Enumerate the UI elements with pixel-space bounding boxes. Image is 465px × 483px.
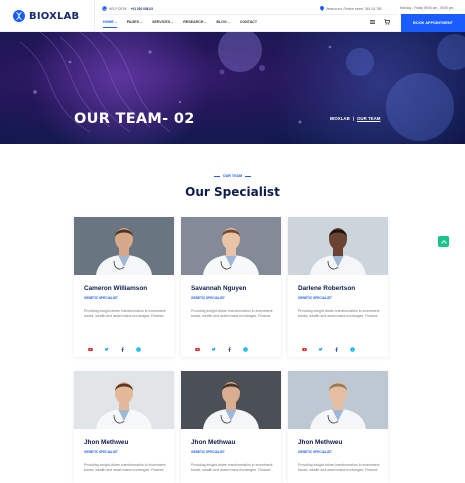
- specialist-description: Providing insight-driven transformation …: [298, 309, 380, 319]
- nav-home[interactable]: Home: [100, 18, 124, 28]
- breadcrumb: BIOXLAB | OUR TEAM: [330, 116, 380, 121]
- nav-research[interactable]: Research: [180, 18, 213, 26]
- specialist-role: GENETIC SPECIALIST: [298, 450, 332, 454]
- hero-background-image: [19, 32, 465, 144]
- section-title: Our Specialist: [185, 185, 280, 199]
- book-appointment-button[interactable]: BOOK APPOINTMENT: [401, 14, 465, 32]
- brand-name: BIOXLAB: [29, 10, 80, 22]
- svg-text:S: S: [138, 348, 140, 352]
- brand-logo[interactable]: BIOXLAB: [12, 9, 79, 23]
- header-divider: [94, 0, 95, 32]
- nav-services[interactable]: Services: [149, 18, 180, 26]
- nav-research-label: Research: [183, 20, 204, 24]
- twitter-icon[interactable]: [104, 339, 109, 351]
- youtube-icon[interactable]: [88, 339, 93, 351]
- specialist-description: Providing insight-driven transformation …: [84, 463, 166, 473]
- facebook-icon[interactable]: [334, 339, 339, 352]
- youtube-icon[interactable]: [302, 339, 307, 351]
- chevron-down-icon: [140, 21, 143, 23]
- nav-contact-label: Contact: [239, 20, 258, 24]
- address: Jessica sor, Fishner street, 345 CA 789: [320, 6, 381, 11]
- skype-icon[interactable]: S: [350, 339, 355, 352]
- main-nav: Home Pages Services Research Blog Contac…: [100, 18, 264, 28]
- location-pin-icon: [320, 6, 324, 11]
- svg-text:S: S: [352, 348, 354, 352]
- breadcrumb-current: OUR TEAM: [357, 116, 381, 121]
- specialist-role: GENETIC SPECIALIST: [191, 296, 225, 300]
- specialist-description: Providing insight-driven transformation …: [191, 309, 273, 319]
- nav-pages[interactable]: Pages: [124, 18, 149, 26]
- nav-contact[interactable]: Contact: [237, 18, 264, 26]
- skype-icon[interactable]: S: [243, 339, 248, 352]
- doctor-photo: [181, 371, 281, 429]
- address-text: Jessica sor, Fishner street, 345 CA 789: [326, 6, 382, 11]
- team-card[interactable]: Jhon Methweu GENETIC SPECIALIST Providing …: [288, 371, 388, 483]
- svg-text:S: S: [245, 348, 247, 352]
- twitter-icon[interactable]: [318, 339, 323, 351]
- help-phone[interactable]: +01 230 038 03: [131, 7, 153, 11]
- youtube-icon[interactable]: [195, 339, 200, 351]
- social-links: S: [195, 339, 248, 352]
- specialist-role: GENETIC SPECIALIST: [298, 296, 332, 300]
- specialist-name[interactable]: Savannah Nguyen: [191, 285, 246, 292]
- team-card[interactable]: Cameron Williamson GENETIC SPECIALIST Prov…: [74, 217, 174, 357]
- social-links: S: [302, 339, 355, 352]
- social-links: S: [88, 339, 141, 352]
- site-header: BIOXLAB HELP DESK : +01 230 038 03 Jessi…: [0, 0, 465, 32]
- eyebrow-text: OUR TEAM: [219, 174, 246, 178]
- scroll-to-top-button[interactable]: [438, 236, 449, 247]
- section-eyebrow: OUR TEAM: [0, 174, 465, 178]
- specialist-description: Providing insight-driven transformation …: [84, 309, 166, 319]
- doctor-photo: [288, 217, 388, 275]
- nav-pages-label: Pages: [126, 20, 140, 24]
- specialist-description: Providing insight-driven transformation …: [191, 463, 273, 473]
- nav-services-label: Services: [152, 20, 171, 24]
- dna-logo-icon: [13, 10, 25, 22]
- specialist-name[interactable]: Darlene Robertson: [298, 285, 355, 292]
- team-card[interactable]: Jhon Methwau GENETIC SPECIALIST Providing …: [181, 371, 281, 483]
- doctor-photo: [288, 371, 388, 429]
- specialist-name[interactable]: Jhon Methweu: [84, 439, 128, 446]
- chevron-down-icon: [227, 21, 230, 23]
- doctor-photo: [181, 217, 281, 275]
- team-card[interactable]: Jhon Methweu GENETIC SPECIALIST Providing …: [74, 371, 174, 483]
- specialist-name[interactable]: Jhon Methwau: [191, 439, 235, 446]
- phone-icon: [102, 6, 107, 11]
- specialist-role: GENETIC SPECIALIST: [84, 296, 118, 300]
- cart-icon[interactable]: [384, 19, 390, 25]
- hamburger-icon[interactable]: [370, 20, 375, 24]
- topbar: HELP DESK : +01 230 038 03 Jessica sor, …: [100, 4, 453, 12]
- team-card[interactable]: Darlene Robertson GENETIC SPECIALIST Provi…: [288, 217, 388, 357]
- specialist-role: GENETIC SPECIALIST: [191, 450, 225, 454]
- page-title: OUR TEAM- 02: [74, 111, 195, 127]
- doctor-photo: [74, 371, 174, 429]
- skype-icon[interactable]: S: [136, 339, 141, 352]
- twitter-icon[interactable]: [211, 339, 216, 351]
- specialist-name[interactable]: Cameron Williamson: [84, 285, 147, 292]
- help-desk: HELP DESK : +01 230 038 03: [102, 6, 153, 11]
- chevron-down-icon: [171, 21, 174, 23]
- nav-home-label: Home: [103, 20, 114, 24]
- chevron-down-icon: [204, 21, 207, 23]
- opening-hours: Monday - Friday 09:00 am - 05:00 pm: [400, 6, 454, 10]
- nav-divider: [100, 14, 398, 15]
- breadcrumb-separator: |: [352, 116, 354, 121]
- team-card[interactable]: Savannah Nguyen GENETIC SPECIALIST Providi…: [181, 217, 281, 357]
- page-hero: OUR TEAM- 02 BIOXLAB | OUR TEAM: [0, 32, 465, 144]
- specialist-role: GENETIC SPECIALIST: [84, 450, 118, 454]
- chevron-down-icon: [114, 21, 117, 23]
- help-label: HELP DESK :: [109, 6, 129, 11]
- specialist-name[interactable]: Jhon Methweu: [298, 439, 342, 446]
- specialist-description: Providing insight-driven transformation …: [298, 463, 380, 473]
- nav-blog[interactable]: Blog: [213, 18, 236, 26]
- facebook-icon[interactable]: [227, 339, 232, 352]
- facebook-icon[interactable]: [120, 339, 125, 352]
- breadcrumb-home[interactable]: BIOXLAB: [330, 116, 350, 121]
- doctor-photo: [74, 217, 174, 275]
- nav-blog-label: Blog: [216, 20, 227, 24]
